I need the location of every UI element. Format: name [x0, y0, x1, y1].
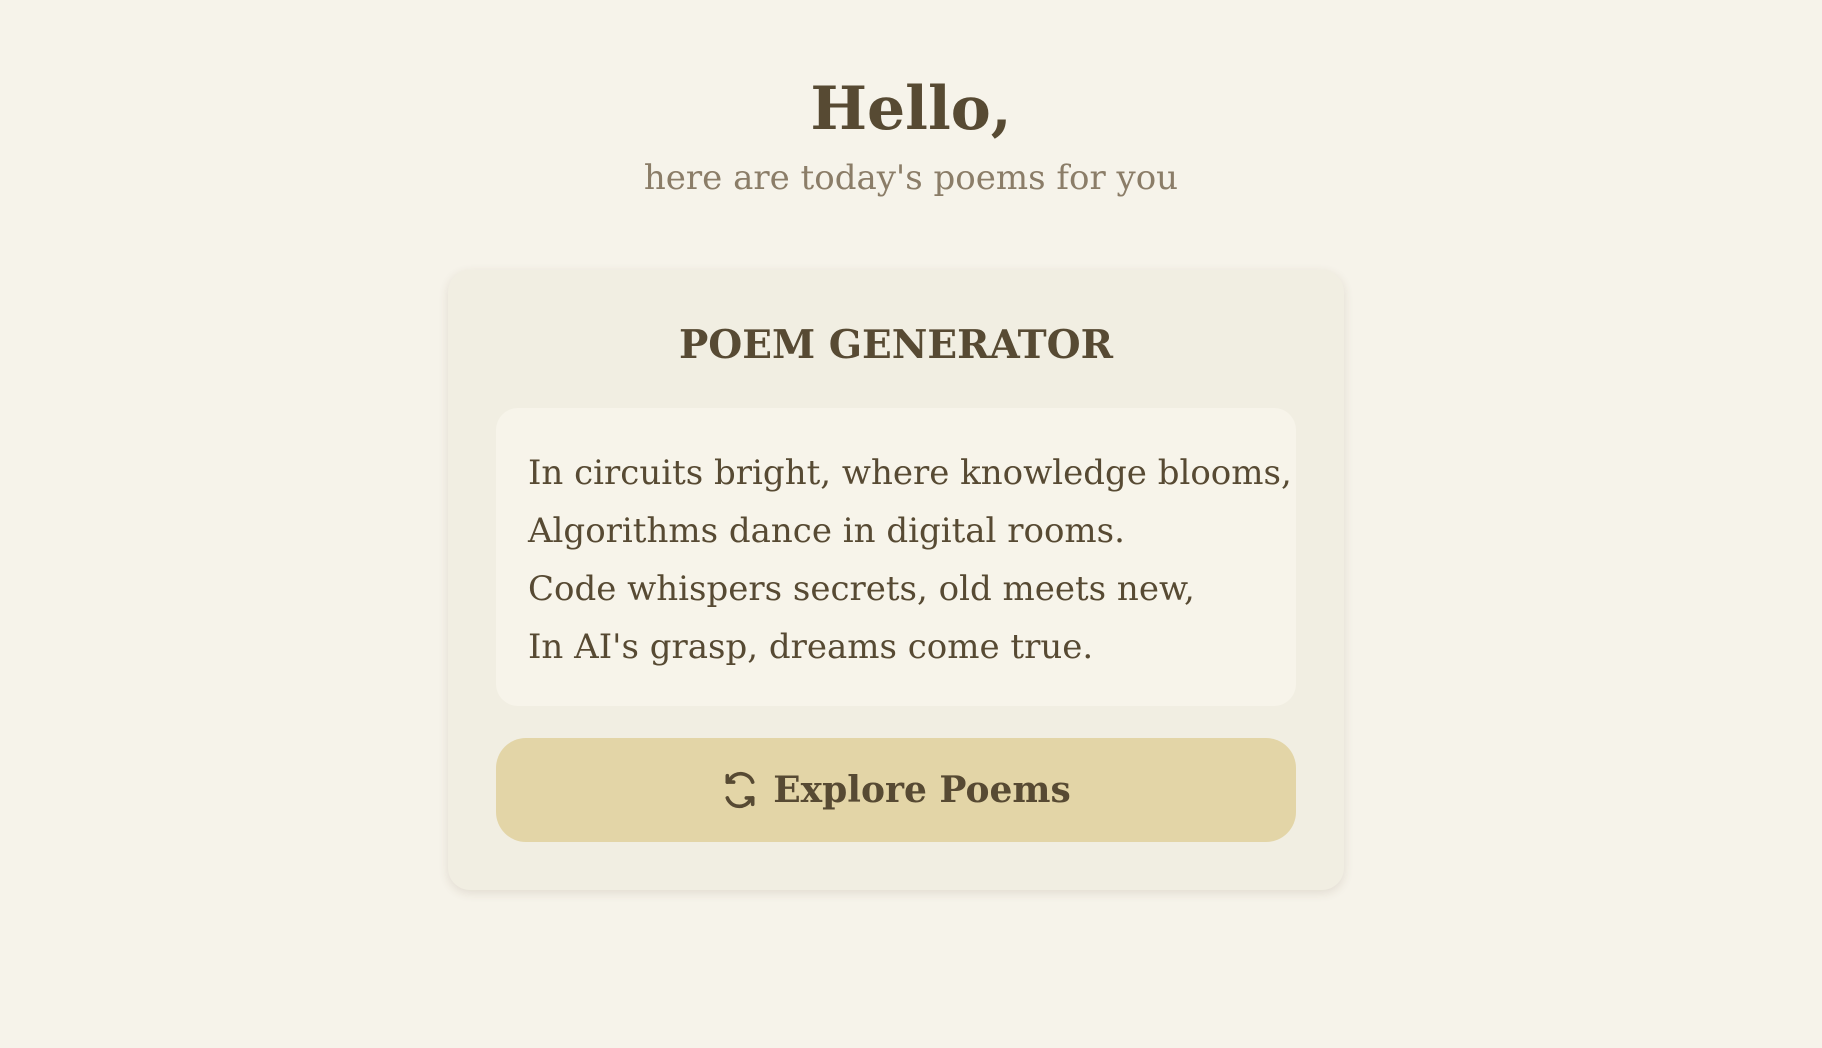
poem-display: In circuits bright, where knowledge bloo… — [496, 408, 1296, 706]
page-header: Hello, here are today's poems for you — [0, 70, 1822, 200]
poem-line: Code whispers secrets, old meets new, — [528, 569, 1195, 609]
page-subtitle: here are today's poems for you — [643, 158, 1179, 198]
poem-line: Algorithms dance in digital rooms. — [528, 511, 1125, 551]
poem-generator-title: POEM GENERATOR — [678, 322, 1114, 368]
explore-poems-button[interactable]: Explore Poems — [496, 738, 1296, 842]
poem-line: In circuits bright, where knowledge bloo… — [528, 453, 1292, 493]
poem-line: In AI's grasp, dreams come true. — [528, 627, 1094, 667]
poem-generator-card: POEM GENERATOR In circuits bright, where… — [448, 270, 1344, 890]
greeting-heading: Hello, — [810, 74, 1012, 144]
refresh-icon — [721, 771, 759, 809]
explore-poems-label: Explore Poems — [773, 769, 1071, 811]
